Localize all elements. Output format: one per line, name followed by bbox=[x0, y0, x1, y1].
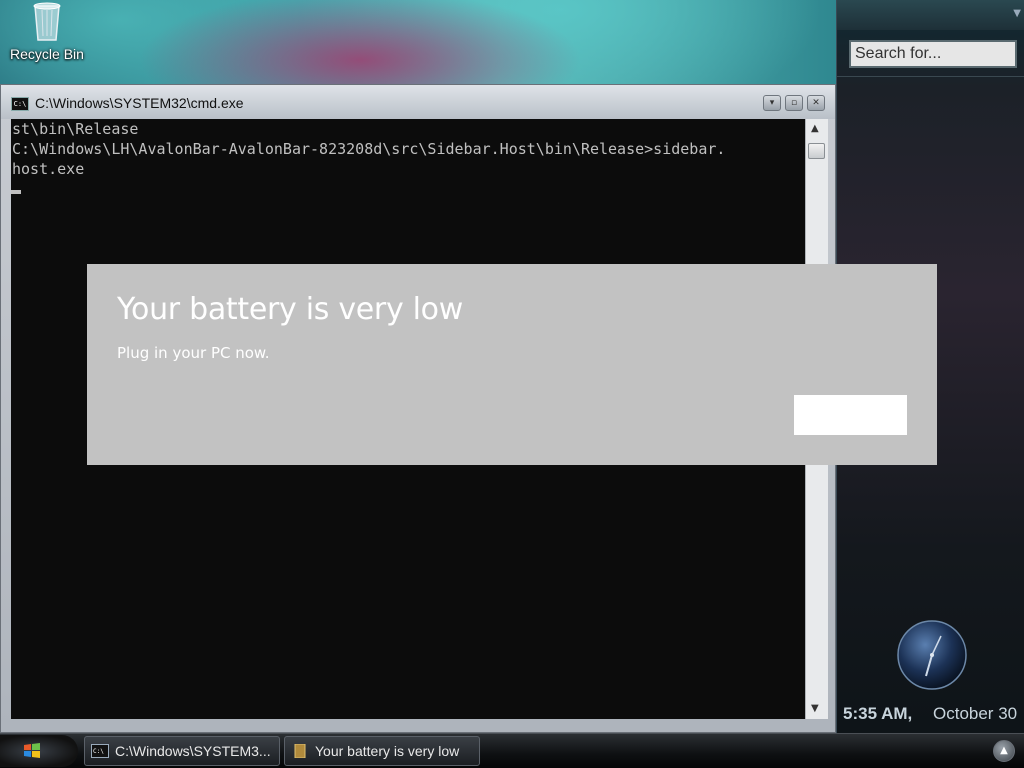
console-cursor bbox=[11, 190, 21, 194]
sidebar-time: 5:35 AM, bbox=[843, 704, 913, 723]
search-placeholder: Search for... bbox=[855, 45, 942, 62]
show-hidden-icons-button[interactable]: ▲ bbox=[993, 740, 1015, 762]
toast-title: Your battery is very low bbox=[117, 292, 463, 327]
start-button[interactable] bbox=[0, 735, 78, 767]
cmd-app-icon: C:\ bbox=[11, 97, 29, 111]
sidebar-divider bbox=[837, 76, 1024, 77]
cmd-window-title: C:\Windows\SYSTEM32\cmd.exe bbox=[35, 95, 244, 111]
taskbar-item-battery[interactable]: Your battery is very low bbox=[284, 736, 480, 766]
maximize-button[interactable]: ▫ bbox=[785, 95, 803, 111]
close-button[interactable]: ✕ bbox=[807, 95, 825, 111]
cmd-icon: C:\ bbox=[91, 744, 109, 758]
scroll-up-icon[interactable]: ▲ bbox=[811, 123, 819, 134]
scroll-down-icon[interactable]: ▼ bbox=[811, 703, 819, 714]
taskbar-item-label: C:\Windows\SYSTEM3... bbox=[115, 743, 271, 759]
console-line: C:\Windows\LH\AvalonBar-AvalonBar-823208… bbox=[12, 140, 726, 158]
svg-text:C:\: C:\ bbox=[93, 748, 104, 755]
sidebar-top-strip bbox=[837, 0, 1024, 30]
taskbar-item-cmd[interactable]: C:\ C:\Windows\SYSTEM3... bbox=[84, 736, 280, 766]
clock-gadget-icon[interactable] bbox=[895, 618, 969, 692]
search-input[interactable]: Search for... bbox=[849, 40, 1017, 68]
battery-notification-icon bbox=[294, 744, 306, 758]
toast-dismiss-button[interactable] bbox=[794, 395, 907, 435]
console-line: st\bin\Release bbox=[12, 120, 139, 138]
recycle-bin-shortcut[interactable]: Recycle Bin bbox=[4, 0, 90, 70]
sidebar-clock: 5:35 AM, October 30 bbox=[837, 700, 1024, 730]
taskbar-item-label: Your battery is very low bbox=[315, 743, 460, 759]
recycle-bin-label: Recycle Bin bbox=[10, 46, 84, 62]
taskbar: C:\ C:\Windows\SYSTEM3... Your battery i… bbox=[0, 733, 1024, 768]
minimize-button[interactable]: ▾ bbox=[763, 95, 781, 111]
toast-message: Plug in your PC now. bbox=[117, 344, 270, 362]
sidebar-date: October 30 bbox=[933, 704, 1018, 723]
scroll-thumb[interactable] bbox=[808, 143, 825, 159]
recycle-bin-icon bbox=[33, 2, 61, 41]
console-line: host.exe bbox=[12, 160, 85, 178]
cmd-titlebar[interactable]: C:\ C:\Windows\SYSTEM32\cmd.exe ▾ ▫ ✕ bbox=[1, 85, 835, 119]
chevron-down-icon[interactable]: ▼ bbox=[1013, 8, 1021, 19]
battery-toast[interactable]: Your battery is very low Plug in your PC… bbox=[87, 264, 937, 465]
windows-logo-icon bbox=[24, 743, 40, 758]
